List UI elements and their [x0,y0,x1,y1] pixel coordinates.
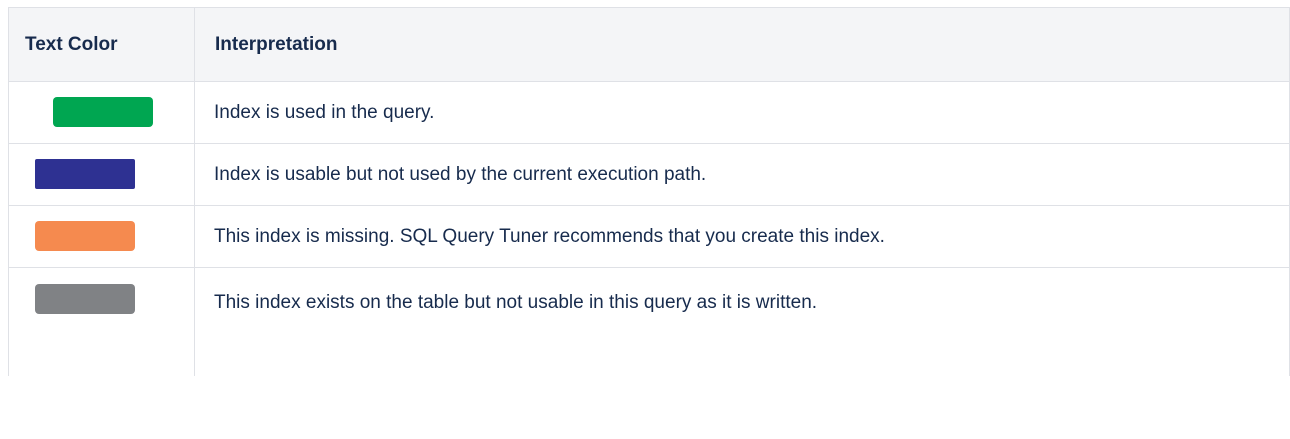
gray-color-swatch [35,284,135,314]
interpretation-cell: This index is missing. SQL Query Tuner r… [194,205,1290,268]
interpretation-cell: Index is usable but not used by the curr… [194,143,1290,206]
interpretation-cell: Index is used in the query. [194,81,1290,144]
green-color-swatch [53,97,153,127]
color-cell [8,205,195,268]
color-cell [8,143,195,206]
blue-color-swatch [35,159,135,189]
interpretation-cell: This index exists on the table but not u… [194,267,1290,376]
table-header-row: Text Color Interpretation [8,7,1290,82]
table-row: This index exists on the table but not u… [8,267,1290,376]
table-row: Index is usable but not used by the curr… [8,143,1290,206]
header-text-color: Text Color [8,7,195,82]
table-row: Index is used in the query. [8,81,1290,144]
color-cell [8,81,195,144]
table-row: This index is missing. SQL Query Tuner r… [8,205,1290,268]
orange-color-swatch [35,221,135,251]
color-cell [8,267,195,376]
header-interpretation: Interpretation [194,7,1290,82]
index-color-legend-table: Text Color Interpretation Index is used … [8,7,1290,376]
